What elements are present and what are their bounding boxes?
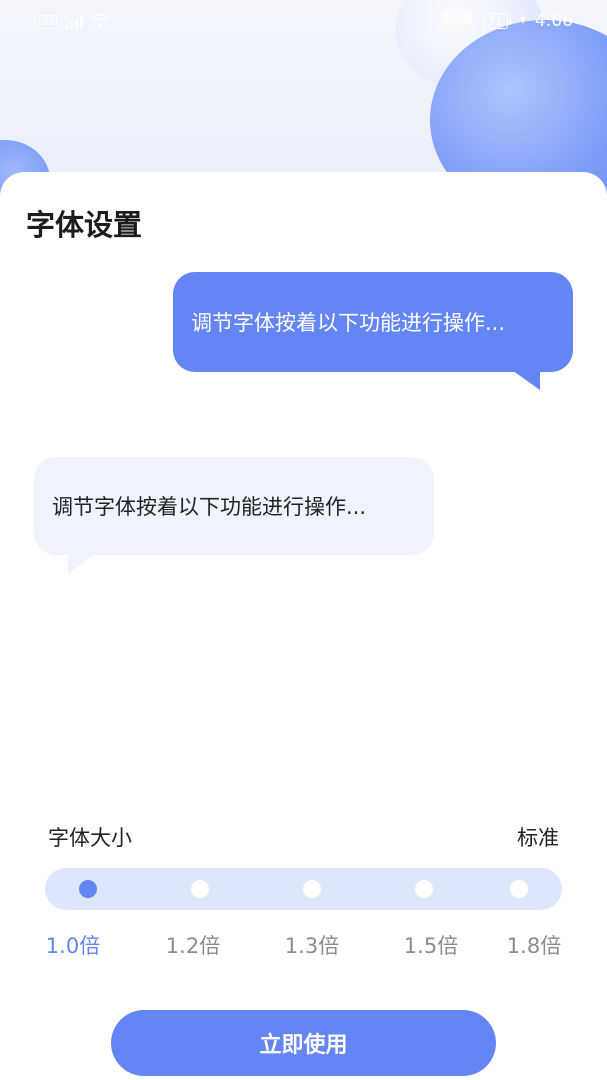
signal-icon bbox=[64, 15, 83, 29]
font-size-option-5[interactable]: 1.8倍 bbox=[507, 930, 561, 960]
font-size-option-dot-3[interactable] bbox=[303, 880, 321, 898]
battery-level: 71 bbox=[482, 12, 508, 29]
font-size-option-dot-2[interactable] bbox=[191, 880, 209, 898]
font-size-label: 字体大小 bbox=[48, 826, 132, 850]
apply-now-button[interactable]: 立即使用 bbox=[111, 1010, 496, 1076]
received-bubble-tail bbox=[68, 550, 100, 574]
status-time: 4:06 bbox=[534, 10, 573, 31]
font-size-option-2[interactable]: 1.2倍 bbox=[166, 930, 220, 960]
battery-icon: 71 bbox=[482, 12, 511, 29]
mute-bell-icon bbox=[459, 10, 475, 31]
charging-icon bbox=[519, 11, 527, 31]
received-message-bubble: 调节字体按着以下功能进行操作... bbox=[34, 457, 434, 555]
font-size-option-4[interactable]: 1.5倍 bbox=[404, 930, 458, 960]
sent-bubble-tail bbox=[506, 366, 540, 390]
sent-message-text: 调节字体按着以下功能进行操作... bbox=[191, 311, 506, 335]
font-size-option-1[interactable]: 1.0倍 bbox=[46, 930, 100, 960]
font-size-option-dot-4[interactable] bbox=[415, 880, 433, 898]
page-title: 字体设置 bbox=[26, 208, 143, 242]
font-size-option-3[interactable]: 1.3倍 bbox=[285, 930, 339, 960]
hd-icon: HD bbox=[34, 15, 57, 29]
status-bar: HD 71 4:06 bbox=[0, 0, 607, 44]
wifi-icon bbox=[91, 12, 109, 32]
font-size-option-dot-1[interactable] bbox=[79, 880, 97, 898]
sent-message-bubble: 调节字体按着以下功能进行操作... bbox=[173, 272, 573, 372]
status-left: HD bbox=[34, 12, 109, 32]
received-message-text: 调节字体按着以下功能进行操作... bbox=[52, 495, 367, 519]
status-right: 71 4:06 bbox=[441, 10, 573, 31]
bluetooth-icon bbox=[441, 10, 451, 31]
font-size-option-dot-5[interactable] bbox=[510, 880, 528, 898]
font-size-current-value: 标准 bbox=[517, 826, 559, 850]
